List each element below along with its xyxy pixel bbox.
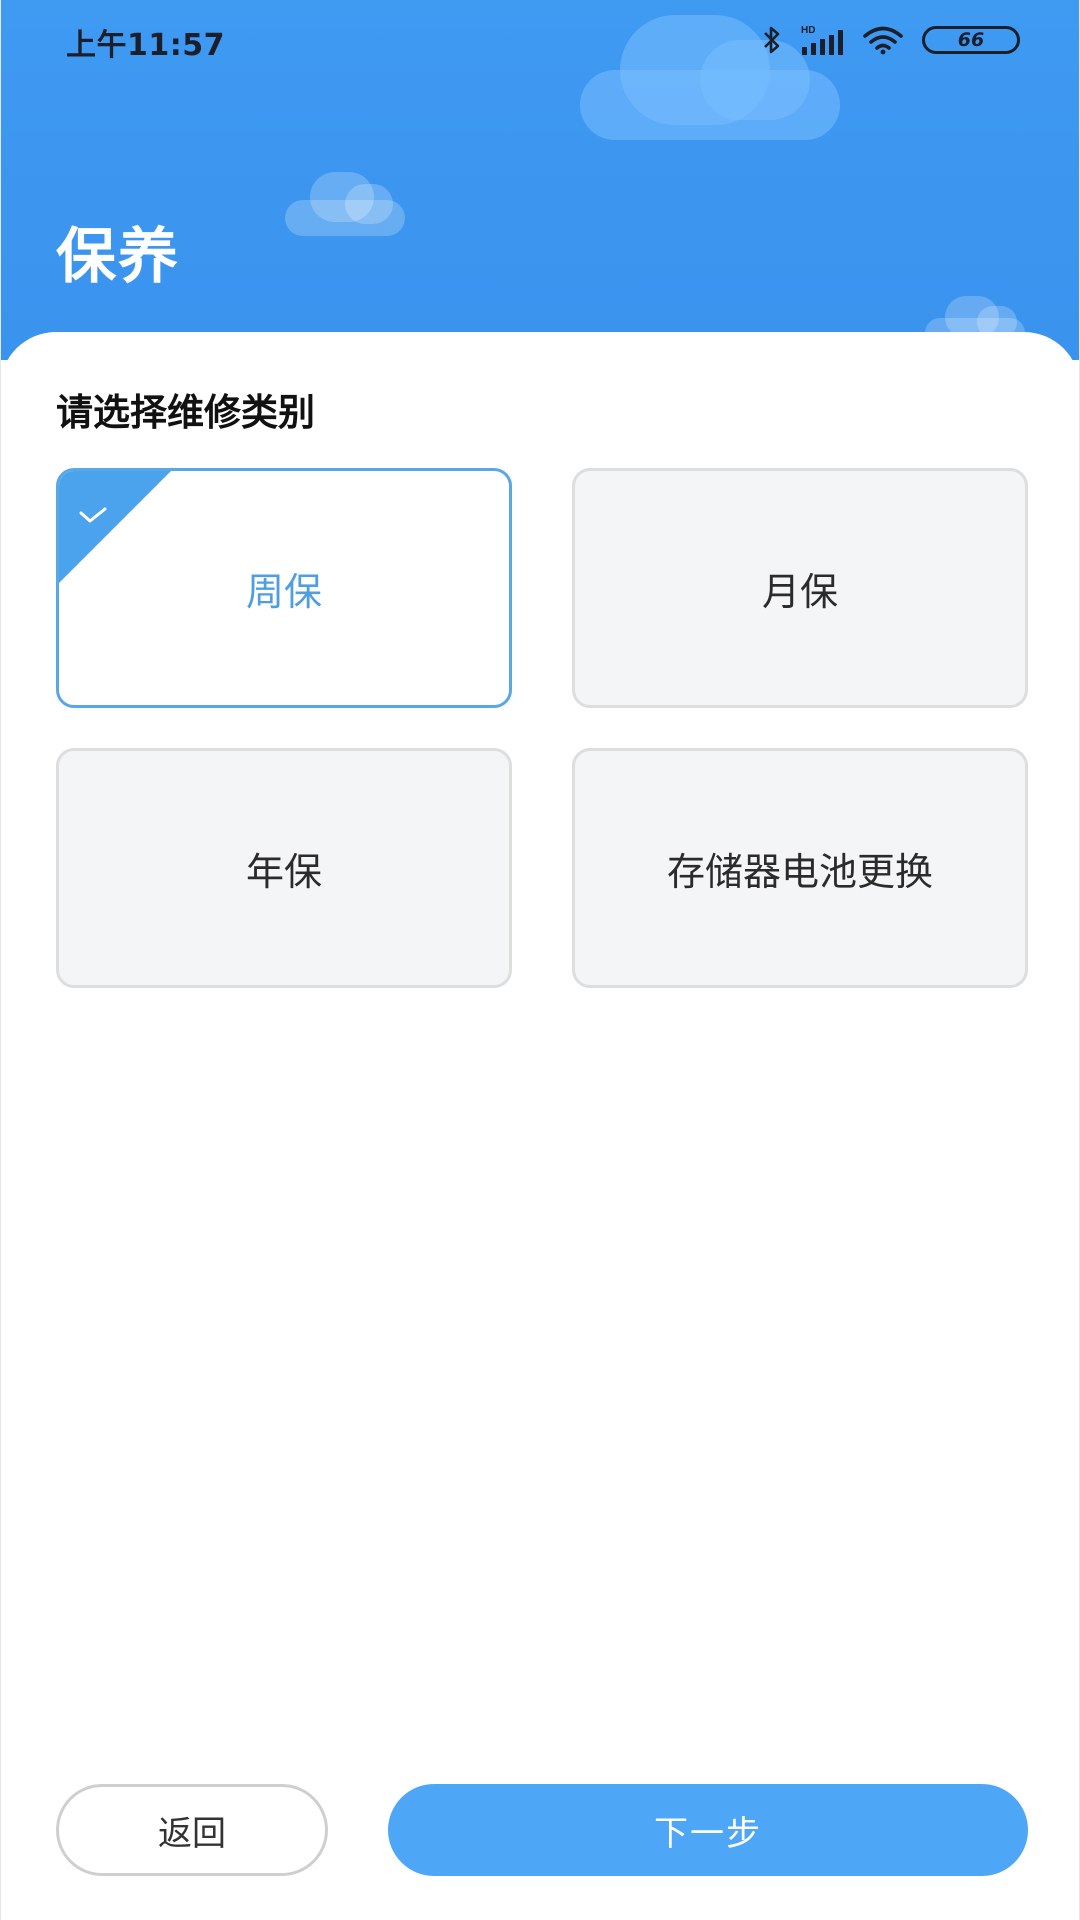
cloud-decoration (580, 15, 840, 140)
option-label: 年保 (245, 849, 322, 894)
signal-icon: HD (800, 23, 844, 57)
bluetooth-icon (762, 25, 782, 55)
status-time: 上午11:57 (66, 28, 225, 63)
option-label: 存储器电池更换 (666, 849, 933, 894)
status-icons: HD 66 (762, 22, 1020, 58)
next-step-button[interactable]: 下一步 (388, 1784, 1028, 1876)
checkmark-icon (77, 491, 109, 535)
network-type-label: HD (801, 25, 815, 36)
option-weekly-maintenance[interactable]: 周保 (56, 468, 512, 708)
cloud-decoration (285, 172, 405, 236)
page-title: 保养 (56, 222, 180, 292)
section-label: 请选择维修类别 (56, 391, 315, 434)
option-memory-battery-replacement[interactable]: 存储器电池更换 (572, 748, 1028, 988)
selected-corner-badge (59, 471, 171, 583)
app-screen: 上午11:57 HD 66 保养 请选择维修类别 周保 月保 年保 存储器电池更… (0, 0, 1080, 1920)
content-card: 请选择维修类别 周保 月保 年保 存储器电池更换 (0, 332, 1080, 1920)
option-label: 周保 (245, 569, 322, 614)
battery-icon: 66 (922, 26, 1020, 54)
header-banner: 上午11:57 HD 66 保养 (0, 0, 1080, 360)
status-bar: 上午11:57 HD 66 (0, 0, 1080, 80)
option-yearly-maintenance[interactable]: 年保 (56, 748, 512, 988)
option-label: 月保 (761, 569, 838, 614)
back-button[interactable]: 返回 (56, 1784, 328, 1876)
wifi-icon (862, 25, 904, 55)
option-monthly-maintenance[interactable]: 月保 (572, 468, 1028, 708)
